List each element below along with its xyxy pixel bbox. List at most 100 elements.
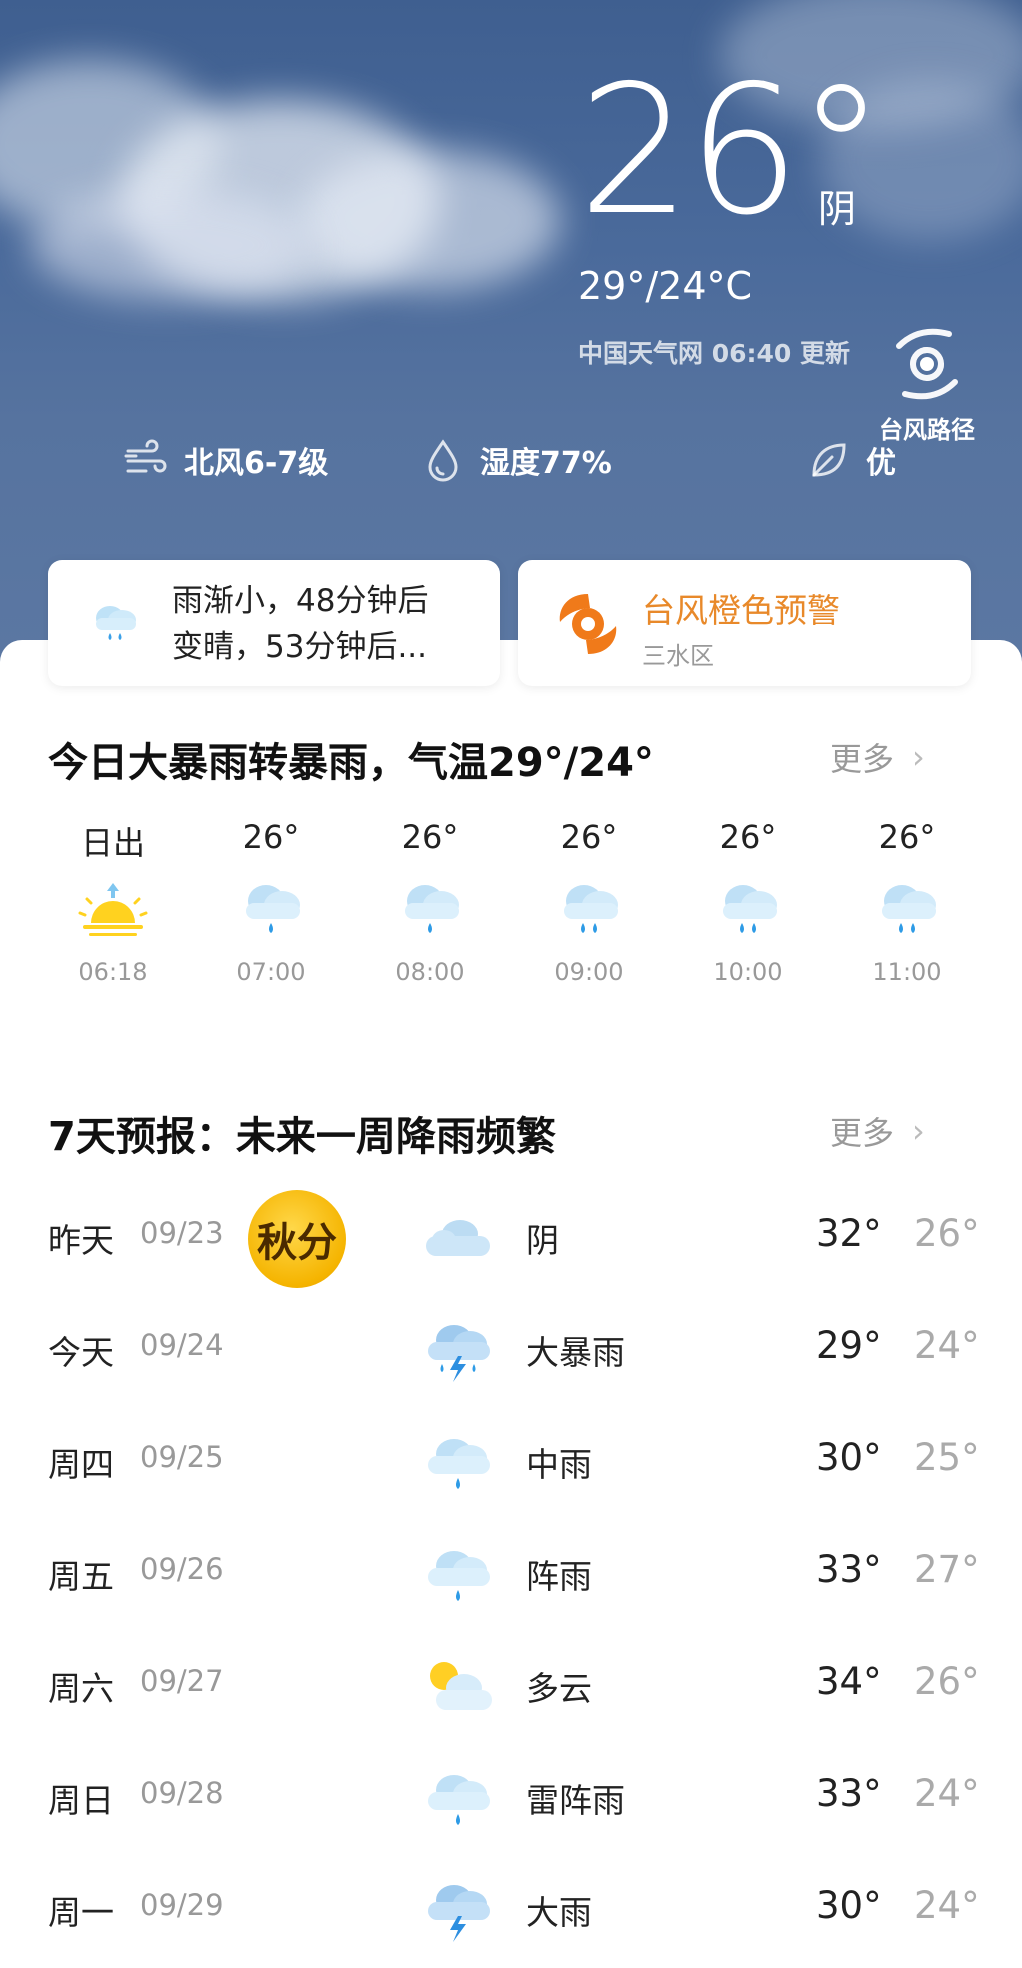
today-title: 今日大暴雨转暴雨，气温29°/24° — [48, 740, 654, 786]
update-source: 中国天气网 06:40 更新 — [578, 339, 850, 368]
forecast-high: 29° — [816, 1324, 882, 1367]
chevron-right-icon: › — [912, 1112, 925, 1150]
forecast-high: 30° — [816, 1884, 882, 1927]
forecast-row[interactable]: 昨天 09/23 阴 32° 26° — [0, 1184, 1022, 1296]
forecast-date: 09/27 — [140, 1664, 224, 1698]
forecast-weather: 大暴雨 — [526, 1333, 625, 1372]
light-rain-icon — [246, 885, 300, 933]
forecast-high: 33° — [816, 1548, 882, 1591]
rain-icon — [564, 885, 618, 933]
forecast-row[interactable]: 周一 09/29 大雨 30° 24° — [0, 1856, 1022, 1968]
forecast-date: 09/25 — [140, 1440, 224, 1474]
wind-label: 北风6-7级 — [184, 446, 329, 481]
light-rain-icon — [428, 1439, 490, 1489]
forecast-row[interactable]: 今天 09/24 大暴雨 29° 24° — [0, 1296, 1022, 1408]
hour-item: 26° 10:00 — [683, 818, 813, 986]
forecast-more-label: 更多 — [830, 1114, 895, 1152]
hour-temp: 26° — [560, 818, 618, 856]
hour-label: 日出 — [80, 824, 145, 862]
forecast-row[interactable]: 周六 09/27 多云 34° 26° — [0, 1632, 1022, 1744]
hour-time: 06:18 — [78, 958, 148, 986]
forecast-title: 7天预报：未来一周降雨频繁 — [48, 1114, 556, 1160]
rain-icon — [723, 885, 777, 933]
forecast-low: 24° — [914, 1884, 980, 1927]
forecast-high: 30° — [816, 1436, 882, 1479]
rain-forecast-card[interactable]: 雨渐小，48分钟后 变晴，53分钟后... — [48, 560, 500, 686]
forecast-date: 09/26 — [140, 1552, 224, 1586]
forecast-more-link[interactable]: 更多 › — [830, 1108, 925, 1154]
partly-cloudy-icon — [430, 1662, 492, 1710]
wind-icon — [124, 439, 167, 473]
cloudy-icon — [426, 1220, 490, 1256]
light-rain-icon — [96, 606, 136, 640]
humidity-drop-icon — [428, 439, 458, 482]
forecast-low: 25° — [914, 1436, 980, 1479]
forecast-low: 26° — [914, 1660, 980, 1703]
hour-temp: 26° — [242, 818, 300, 856]
forecast-date: 09/28 — [140, 1776, 224, 1810]
forecast-high: 33° — [816, 1772, 882, 1815]
temperature-range: 29°/24°C — [578, 264, 753, 308]
hour-time: 09:00 — [554, 958, 624, 986]
forecast-weather: 阵雨 — [526, 1557, 592, 1596]
today-more-link[interactable]: 更多 › — [830, 734, 925, 780]
forecast-row[interactable]: 周四 09/25 中雨 30° 25° — [0, 1408, 1022, 1520]
forecast-low: 24° — [914, 1772, 980, 1815]
wind-stat: 北风6-7级 — [124, 437, 328, 483]
rain-forecast-line1: 雨渐小，48分钟后 — [172, 583, 429, 619]
forecast-low: 27° — [914, 1548, 980, 1591]
hour-time: 10:00 — [713, 958, 783, 986]
typhoon-path-button[interactable]: 台风路径 — [872, 316, 982, 444]
forecast-high: 34° — [816, 1660, 882, 1703]
light-rain-icon — [428, 1775, 490, 1825]
hour-item: 日出 06:18 — [48, 818, 178, 986]
typhoon-icon — [896, 328, 958, 400]
rain-forecast-line2: 变晴，53分钟后... — [172, 629, 428, 665]
forecast-weather: 多云 — [526, 1669, 592, 1708]
forecast-date: 09/24 — [140, 1328, 224, 1362]
forecast-low: 26° — [914, 1212, 980, 1255]
chevron-right-icon: › — [912, 738, 925, 776]
forecast-day: 今天 — [48, 1333, 114, 1372]
thunder-rain-icon — [428, 1885, 490, 1942]
leaf-icon — [812, 443, 846, 477]
hour-item: 26° 11:00 — [842, 818, 972, 986]
forecast-weather: 大雨 — [526, 1893, 592, 1932]
hour-temp: 26° — [401, 818, 459, 856]
air-quality-label: 优 — [866, 446, 896, 481]
current-condition: 阴 — [818, 187, 857, 231]
forecast-row[interactable]: 周五 09/26 阵雨 33° 27° — [0, 1520, 1022, 1632]
forecast-date: 09/29 — [140, 1888, 224, 1922]
thunder-rain-icon — [428, 1325, 490, 1382]
sunrise-icon — [78, 883, 148, 936]
forecast-day: 昨天 — [48, 1221, 114, 1260]
light-rain-icon — [405, 885, 459, 933]
hour-temp: 26° — [878, 818, 936, 856]
air-quality-stat[interactable]: 优 — [806, 437, 896, 483]
forecast-weather: 中雨 — [526, 1445, 592, 1484]
forecast-day: 周六 — [48, 1669, 114, 1708]
forecast-day: 周一 — [48, 1893, 114, 1932]
typhoon-warning-area: 三水区 — [642, 642, 714, 670]
forecast-row[interactable]: 周日 09/28 雷阵雨 33° 24° — [0, 1744, 1022, 1856]
hour-item: 26° 09:00 — [524, 818, 654, 986]
humidity-label: 湿度77% — [480, 446, 612, 481]
hour-time: 11:00 — [872, 958, 942, 986]
forecast-high: 32° — [816, 1212, 882, 1255]
hour-temp: 26° — [719, 818, 777, 856]
hour-time: 07:00 — [236, 958, 306, 986]
typhoon-warning-card[interactable]: 台风橙色预警 三水区 — [518, 560, 971, 686]
forecast-low: 24° — [914, 1324, 980, 1367]
typhoon-warning-icon — [559, 594, 617, 654]
typhoon-warning-title: 台风橙色预警 — [642, 591, 840, 630]
forecast-day: 周四 — [48, 1445, 114, 1484]
hour-item: 26° 08:00 — [365, 818, 495, 986]
forecast-weather: 阴 — [526, 1221, 559, 1260]
forecast-date: 09/23 — [140, 1216, 224, 1250]
forecast-day: 周五 — [48, 1557, 114, 1596]
forecast-weather: 雷阵雨 — [526, 1781, 625, 1820]
rain-icon — [882, 885, 936, 933]
hour-item: 26° 07:00 — [206, 818, 336, 986]
hour-time: 08:00 — [395, 958, 465, 986]
forecast-day: 周日 — [48, 1781, 114, 1820]
